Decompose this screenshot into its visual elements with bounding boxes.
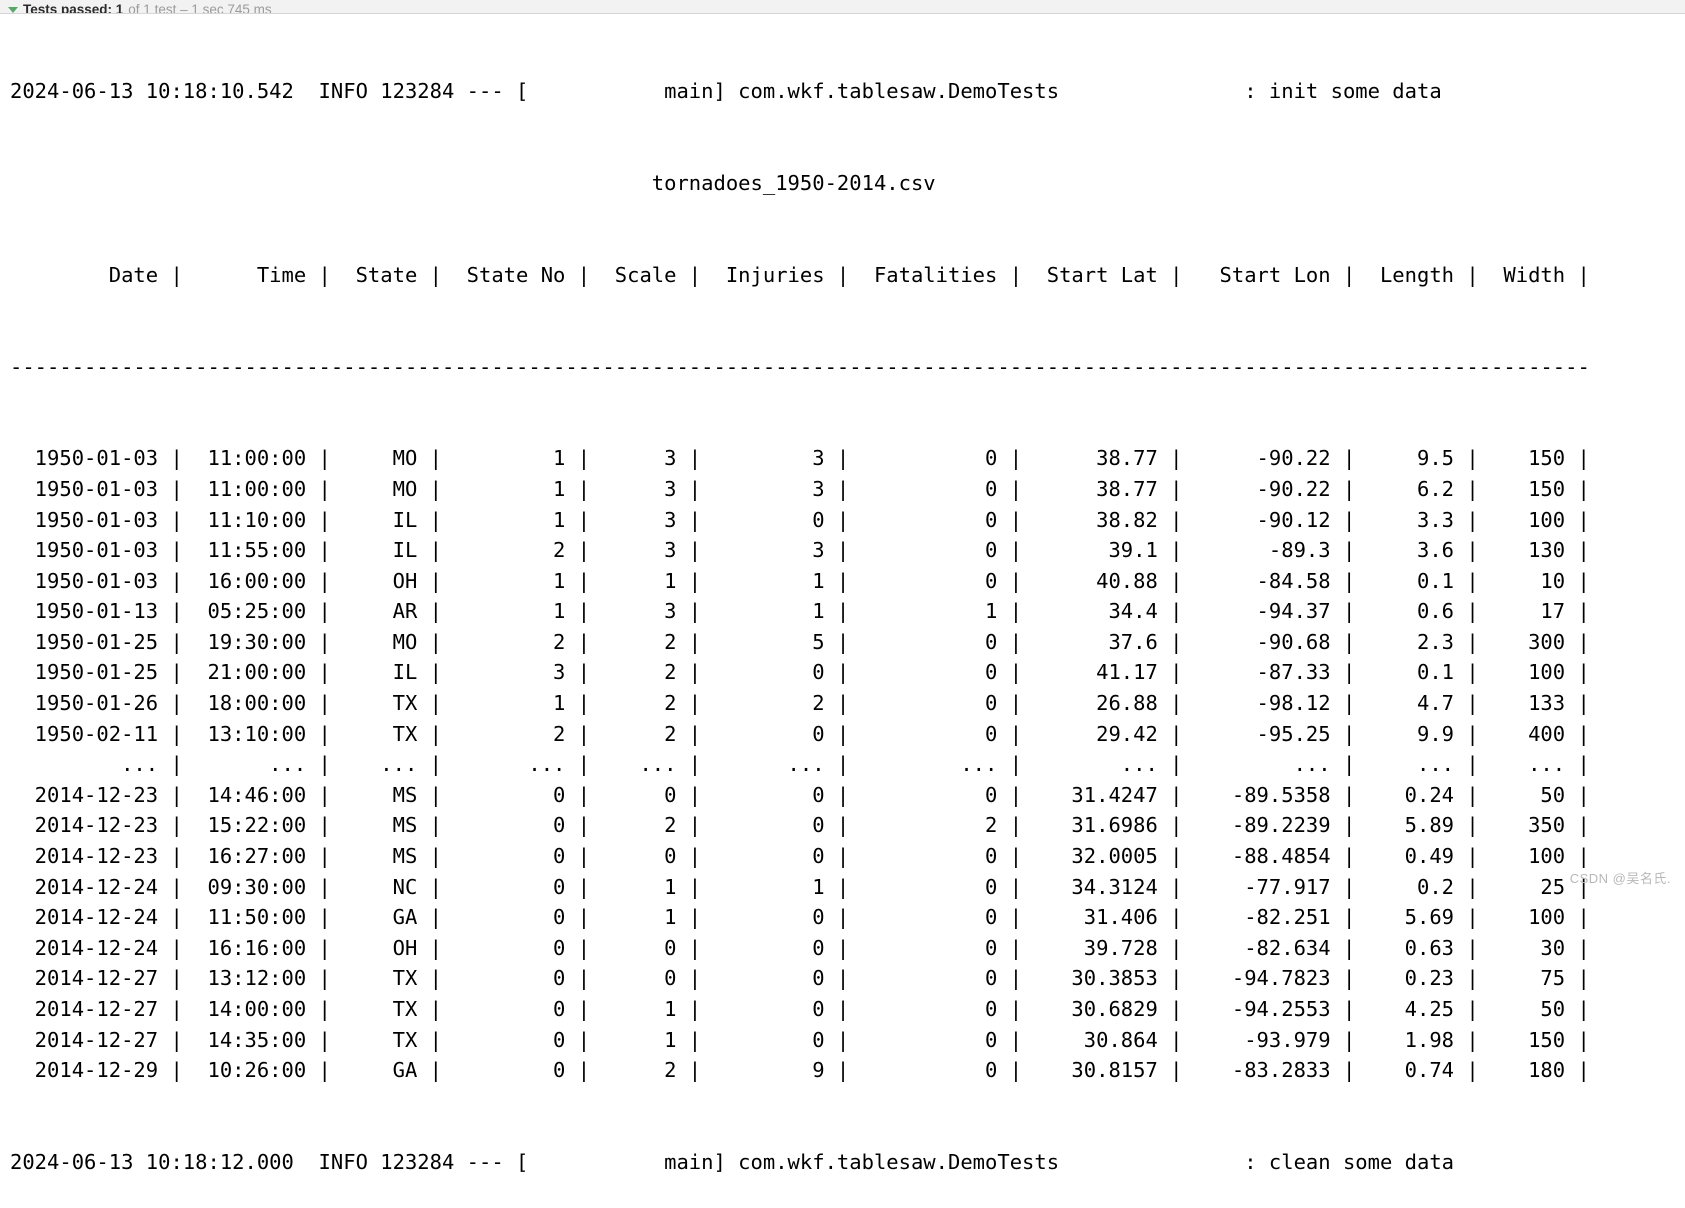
table-row: 2014-12-24 | 16:16:00 | OH | 0 | 0 | 0 |…: [10, 935, 1590, 960]
console-output[interactable]: 2024-06-13 10:18:10.542 INFO 123284 --- …: [0, 15, 1685, 1174]
table-row: 2014-12-27 | 14:35:00 | TX | 0 | 1 | 0 |…: [10, 1027, 1590, 1052]
table-row: 1950-01-03 | 16:00:00 | OH | 1 | 1 | 1 |…: [10, 568, 1590, 593]
table-row: 1950-02-11 | 13:10:00 | TX | 2 | 2 | 0 |…: [10, 721, 1590, 746]
table-row: 1950-01-03 | 11:55:00 | IL | 2 | 3 | 3 |…: [10, 538, 1590, 563]
table-row: 2014-12-24 | 11:50:00 | GA | 0 | 1 | 0 |…: [10, 905, 1590, 930]
table-row: 2014-12-27 | 14:00:00 | TX | 0 | 1 | 0 |…: [10, 997, 1590, 1021]
table-body: 1950-01-03 | 11:00:00 | MO | 1 | 3 | 3 |…: [10, 443, 1685, 1085]
table-row: 2014-12-27 | 13:12:00 | TX | 0 | 0 | 0 |…: [10, 966, 1590, 991]
table-row: 1950-01-13 | 05:25:00 | AR | 1 | 3 | 1 |…: [10, 599, 1590, 624]
table-row: 1950-01-03 | 11:00:00 | MO | 1 | 3 | 3 |…: [10, 446, 1590, 471]
table-title-text: tornadoes_1950-2014.csv: [10, 170, 936, 195]
table-header-row: Date | Time | State | State No | Scale |…: [10, 262, 1590, 287]
watermark: CSDN @吴名氏.: [1569, 871, 1671, 886]
table-title: tornadoes_1950-2014.csv: [10, 168, 1685, 199]
table-row: 1950-01-03 | 11:00:00 | MO | 1 | 3 | 3 |…: [10, 476, 1590, 501]
tests-duration-label: of 1 test – 1 sec 745 ms: [128, 2, 272, 14]
triangle-down-icon[interactable]: [8, 6, 18, 13]
table-row: ... | ... | ... | ... | ... | ... | ... …: [10, 752, 1590, 777]
test-status-bar: Tests passed: 1 of 1 test – 1 sec 745 ms: [0, 0, 1685, 14]
log-line-clean: 2024-06-13 10:18:12.000 INFO 123284 --- …: [10, 1149, 1455, 1174]
table-row: 1950-01-26 | 18:00:00 | TX | 1 | 2 | 2 |…: [10, 691, 1590, 716]
table-row: 2014-12-23 | 15:22:00 | MS | 0 | 2 | 0 |…: [10, 813, 1590, 838]
log-line-init: 2024-06-13 10:18:10.542 INFO 123284 --- …: [10, 79, 1442, 104]
table-row: 1950-01-25 | 19:30:00 | MO | 2 | 2 | 5 |…: [10, 629, 1590, 654]
table-row: 1950-01-03 | 11:10:00 | IL | 1 | 3 | 0 |…: [10, 507, 1590, 532]
table-row: 2014-12-23 | 16:27:00 | MS | 0 | 0 | 0 |…: [10, 844, 1590, 869]
table-row: 2014-12-24 | 09:30:00 | NC | 0 | 1 | 1 |…: [10, 874, 1590, 899]
table-row: 2014-12-23 | 14:46:00 | MS | 0 | 0 | 0 |…: [10, 782, 1590, 807]
table-row: 1950-01-25 | 21:00:00 | IL | 3 | 2 | 0 |…: [10, 660, 1590, 685]
tests-passed-label: Tests passed: 1: [23, 2, 124, 14]
table-separator: ----------------------------------------…: [10, 354, 1590, 379]
table-row: 2014-12-29 | 10:26:00 | GA | 0 | 2 | 9 |…: [10, 1058, 1590, 1083]
